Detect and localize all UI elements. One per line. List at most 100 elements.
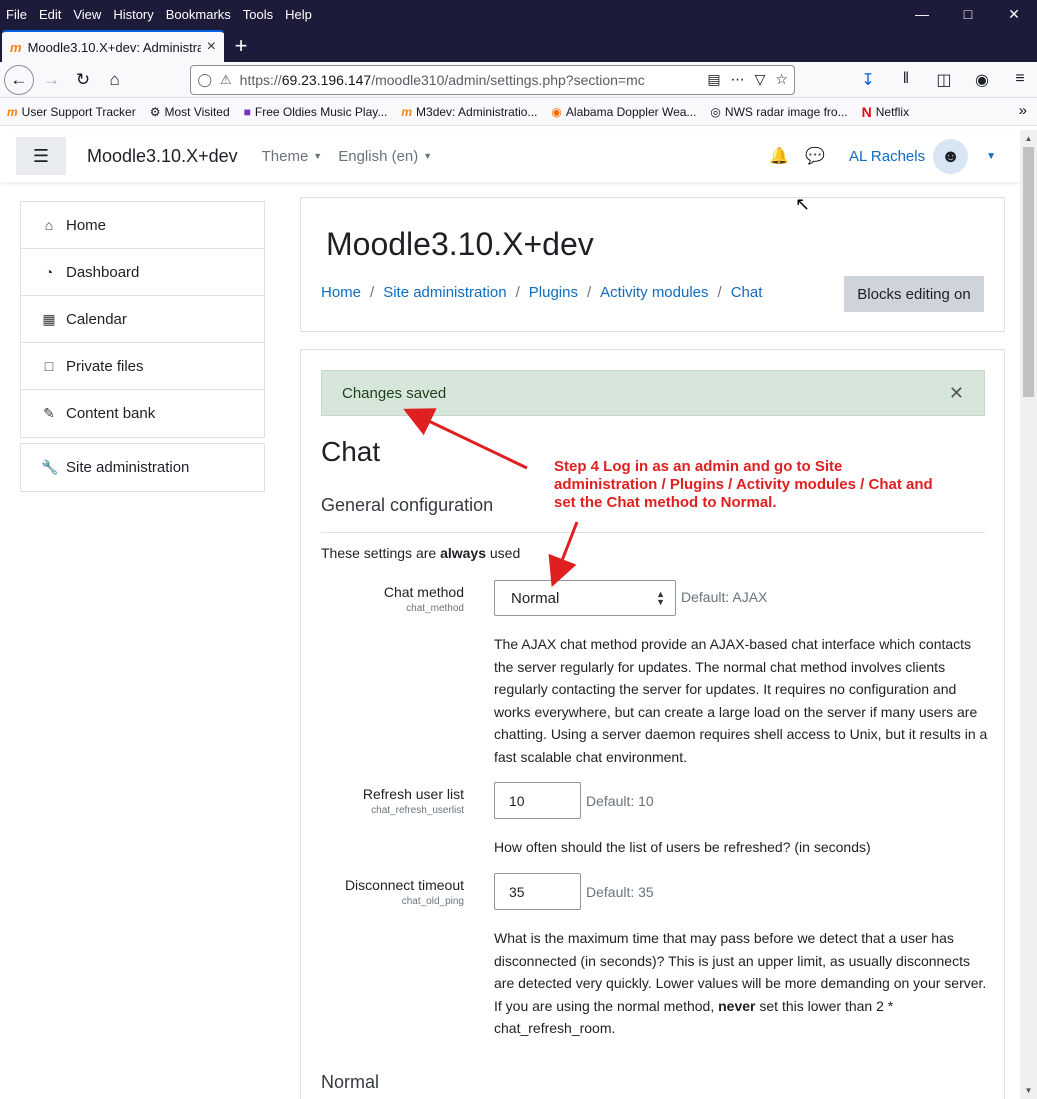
menu-view[interactable]: View — [67, 7, 107, 22]
bookmark-item[interactable]: N Netflix — [855, 104, 916, 120]
sidebar-toggle-icon[interactable]: ◫ — [931, 70, 957, 90]
language-menu[interactable]: English (en) ▼ — [338, 148, 432, 165]
moodle-favicon-icon: m — [10, 39, 22, 55]
back-icon[interactable]: ← — [4, 64, 34, 95]
reload-icon[interactable]: ↻ — [67, 65, 99, 95]
tab-title: Moodle3.10.X+dev: Administra — [27, 39, 201, 55]
tab-close-icon[interactable]: × — [207, 38, 216, 56]
setting-label: Disconnect timeout — [344, 877, 464, 893]
home-icon[interactable]: ⌂ — [99, 65, 131, 95]
reader-view-icon[interactable]: ▤ — [707, 71, 720, 88]
menu-file[interactable]: File — [0, 7, 33, 22]
pocket-icon[interactable]: ▽ — [755, 71, 766, 88]
breadcrumb-activity-modules[interactable]: Activity modules — [600, 284, 708, 301]
drawer-toggle-button[interactable]: ☰ — [16, 137, 66, 175]
breadcrumb-separator: / — [370, 284, 375, 301]
more-bookmarks-icon[interactable]: » — [1019, 102, 1027, 119]
blocks-editing-button[interactable]: Blocks editing on — [844, 276, 984, 312]
note-prefix: These settings are — [321, 545, 441, 561]
url-bar[interactable]: ◯ ⚠ https://69.23.196.147/moodle310/admi… — [190, 64, 795, 95]
chat-method-description: The AJAX chat method provide an AJAX-bas… — [494, 636, 988, 765]
menu-help[interactable]: Help — [279, 7, 318, 22]
nav-item-dashboard[interactable]: ◔ Dashboard — [21, 249, 264, 296]
bookmark-item[interactable]: ■ Free Oldies Music Play... — [237, 105, 395, 119]
page-actions-icon[interactable]: ⋯ — [731, 71, 745, 88]
chat-method-default: Default: AJAX — [681, 589, 768, 605]
nav-item-home[interactable]: ⌂ Home — [21, 202, 264, 249]
breadcrumb-home[interactable]: Home — [321, 284, 361, 301]
close-icon[interactable]: ✕ — [949, 383, 964, 404]
success-alert: Changes saved ✕ — [321, 370, 985, 416]
menu-history[interactable]: History — [107, 7, 159, 22]
avatar[interactable]: ☻ — [933, 138, 969, 174]
breadcrumb-plugins[interactable]: Plugins — [529, 284, 578, 301]
hamburger-menu-icon[interactable]: ≡ — [1007, 70, 1033, 90]
nav-item-private-files[interactable]: □ Private files — [21, 343, 264, 390]
disconnect-timeout-input[interactable]: 35 — [494, 873, 581, 910]
nav-item-calendar[interactable]: ▦ Calendar — [21, 296, 264, 343]
select-value: Normal — [511, 589, 560, 607]
nav-item-label: Dashboard — [66, 263, 140, 281]
new-tab-icon[interactable]: + — [224, 30, 258, 62]
language-label: English (en) — [338, 147, 419, 165]
nav-item-label: Home — [66, 216, 107, 234]
theme-label: Theme — [261, 147, 309, 165]
lock-warning-icon[interactable]: ⚠ — [220, 72, 232, 88]
url-path: /moodle310/admin/settings.php?section=mc — [371, 71, 645, 88]
bookmark-item[interactable]: ◎ NWS radar image fro... — [703, 105, 854, 119]
refresh-userlist-input[interactable]: 10 — [494, 782, 581, 819]
site-brand[interactable]: Moodle3.10.X+dev — [87, 146, 238, 167]
bookmark-label: Alabama Doppler Wea... — [565, 104, 697, 119]
bookmark-star-icon[interactable]: ☆ — [775, 71, 788, 88]
notification-bell-icon[interactable]: 🔔 — [769, 146, 789, 166]
refresh-userlist-description: How often should the list of users be re… — [494, 839, 871, 855]
close-icon[interactable]: ✕ — [991, 0, 1037, 28]
bookmark-item[interactable]: ⚙ Most Visited — [143, 105, 237, 119]
shield-icon[interactable]: ◯ — [197, 72, 212, 88]
setting-key: chat_refresh_userlist — [371, 805, 464, 816]
paintbrush-icon: ✎ — [43, 405, 55, 421]
refresh-userlist-label: Refresh user list chat_refresh_userlist — [363, 786, 464, 816]
browser-tab[interactable]: m Moodle3.10.X+dev: Administra × — [2, 30, 224, 62]
download-icon[interactable]: ↧ — [855, 70, 881, 90]
nav-item-content-bank[interactable]: ✎ Content bank — [21, 390, 264, 437]
moodle-icon: m — [7, 104, 18, 119]
bookmark-item[interactable]: ◉ Alabama Doppler Wea... — [544, 105, 703, 119]
theme-menu[interactable]: Theme ▼ — [262, 148, 323, 165]
bookmark-item[interactable]: m M3dev: Administratio... — [394, 105, 544, 119]
vertical-scrollbar[interactable]: ▲ ▼ — [1020, 130, 1037, 1099]
maximize-icon[interactable]: □ — [945, 0, 991, 28]
mouse-cursor-icon: ↖ — [795, 194, 811, 214]
tab-strip: m Moodle3.10.X+dev: Administra × + — [0, 28, 1037, 62]
note-suffix: used — [486, 545, 521, 561]
scroll-down-icon[interactable]: ▼ — [1020, 1082, 1037, 1099]
url-text[interactable]: https://69.23.196.147/moodle310/admin/se… — [240, 72, 698, 88]
home-icon: ⌂ — [44, 217, 54, 233]
bookmark-item[interactable]: m User Support Tracker — [0, 105, 143, 119]
user-menu-caret-icon[interactable]: ▼ — [986, 151, 996, 162]
bookmark-label: Netflix — [875, 104, 910, 119]
message-icon[interactable]: 💬 — [805, 146, 825, 166]
chat-method-select[interactable]: Normal ▲ ▼ — [494, 580, 676, 616]
setting-key: chat_old_ping — [401, 896, 464, 907]
nav-item-label: Private files — [66, 357, 144, 375]
radio-icon: ■ — [243, 104, 251, 119]
library-icon[interactable]: ‖ — [893, 70, 919, 90]
nav-group-main: ⌂ Home ◔ Dashboard ▦ Calendar □ Private file… — [20, 201, 265, 438]
menu-edit[interactable]: Edit — [33, 7, 67, 22]
breadcrumb-site-administration[interactable]: Site administration — [383, 284, 506, 301]
url-host: 69.23.196.147 — [281, 71, 372, 88]
menu-tools[interactable]: Tools — [237, 7, 279, 22]
bookmark-label: Most Visited — [164, 104, 230, 119]
breadcrumb-chat[interactable]: Chat — [731, 284, 763, 301]
scroll-thumb[interactable] — [1023, 147, 1034, 397]
forward-icon[interactable]: → — [36, 65, 68, 95]
browser-navbar: ← → ↻ ⌂ ◯ ⚠ https://69.23.196.147/moodle… — [0, 62, 1037, 98]
nav-item-site-administration[interactable]: 🔧 Site administration — [21, 444, 264, 491]
setting-key: chat_method — [406, 603, 464, 614]
account-icon[interactable]: ◉ — [969, 70, 995, 90]
menu-bookmarks[interactable]: Bookmarks — [160, 7, 237, 22]
user-name[interactable]: AL Rachels — [849, 148, 925, 165]
scroll-up-icon[interactable]: ▲ — [1020, 130, 1037, 147]
minimize-icon[interactable]: — — [899, 0, 945, 28]
